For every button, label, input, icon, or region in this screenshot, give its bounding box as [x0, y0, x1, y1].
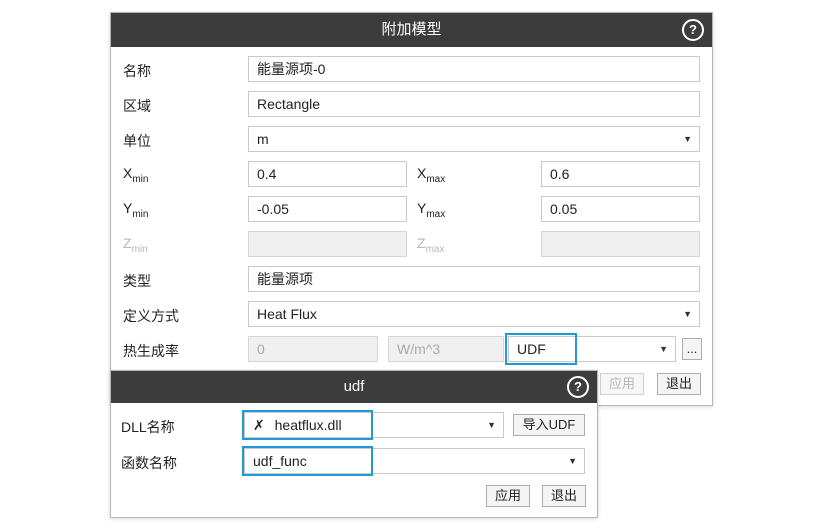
type-input[interactable]: 能量源项 — [248, 266, 700, 292]
ymin-label: Ymin — [123, 200, 149, 220]
xmin-input[interactable]: 0.4 — [248, 161, 407, 187]
define-method-value: Heat Flux — [257, 306, 317, 322]
chevron-down-icon: ▼ — [568, 456, 577, 466]
dialog-title: 附加模型 — [381, 21, 442, 38]
dll-name-value: heatflux.dll — [274, 417, 342, 433]
udf-dialog: udf ? DLL名称 ✗ heatflux.dll ▼ 导入UDF 函数名称 … — [110, 370, 598, 518]
zmin-label: Zmin — [123, 235, 148, 255]
xmax-input[interactable]: 0.6 — [541, 161, 700, 187]
dialog-titlebar: 附加模型 — [111, 13, 712, 47]
function-name-value: udf_func — [253, 453, 307, 469]
ymax-input[interactable]: 0.05 — [541, 196, 700, 222]
exit-button[interactable]: 退出 — [657, 373, 701, 395]
define-method-label: 定义方式 — [123, 308, 179, 324]
udf-apply-button[interactable]: 应用 — [486, 485, 530, 507]
heat-rate-label: 热生成率 — [123, 343, 179, 359]
unit-select[interactable]: m ▼ — [248, 126, 700, 152]
zmax-input — [541, 231, 700, 257]
ymin-input[interactable]: -0.05 — [248, 196, 407, 222]
unit-label: 单位 — [123, 133, 151, 149]
chevron-down-icon: ▼ — [683, 134, 692, 144]
unit-select-value: m — [257, 131, 269, 147]
heat-method-value: UDF — [517, 341, 546, 357]
help-icon[interactable]: ? — [682, 19, 704, 41]
chevron-down-icon: ▼ — [659, 344, 668, 354]
ymax-label: Ymax — [417, 200, 446, 220]
dll-name-label: DLL名称 — [121, 419, 175, 435]
zmax-label: Zmax — [417, 235, 445, 255]
apply-button: 应用 — [600, 373, 644, 395]
define-method-select[interactable]: Heat Flux ▼ — [248, 301, 700, 327]
heat-method-select[interactable]: UDF ▼ — [508, 336, 676, 362]
zmin-input — [248, 231, 407, 257]
dll-name-select[interactable]: ✗ heatflux.dll ▼ — [244, 412, 504, 438]
name-label: 名称 — [123, 63, 151, 79]
help-icon[interactable]: ? — [567, 376, 589, 398]
additional-model-dialog: 附加模型 ? 名称 能量源项-0 区域 Rectangle 单位 m ▼ Xmi… — [110, 12, 713, 406]
heat-rate-unit: W/m^3 — [388, 336, 504, 362]
udf-dialog-title: udf — [343, 378, 365, 395]
udf-exit-button[interactable]: 退出 — [542, 485, 586, 507]
chevron-down-icon: ▼ — [683, 309, 692, 319]
xmin-label: Xmin — [123, 165, 149, 185]
xmax-label: Xmax — [417, 165, 446, 185]
region-label: 区域 — [123, 98, 151, 114]
import-udf-button[interactable]: 导入UDF — [513, 414, 585, 436]
name-input[interactable]: 能量源项-0 — [248, 56, 700, 82]
type-label: 类型 — [123, 273, 151, 289]
function-name-label: 函数名称 — [121, 455, 177, 471]
dll-file-icon: ✗ — [253, 417, 265, 433]
function-name-select[interactable]: udf_func ▼ — [244, 448, 585, 474]
udf-dialog-titlebar: udf — [111, 371, 597, 403]
chevron-down-icon: ▼ — [487, 420, 496, 430]
region-input[interactable]: Rectangle — [248, 91, 700, 117]
heat-rate-input: 0 — [248, 336, 378, 362]
browse-button[interactable]: ... — [682, 338, 702, 360]
